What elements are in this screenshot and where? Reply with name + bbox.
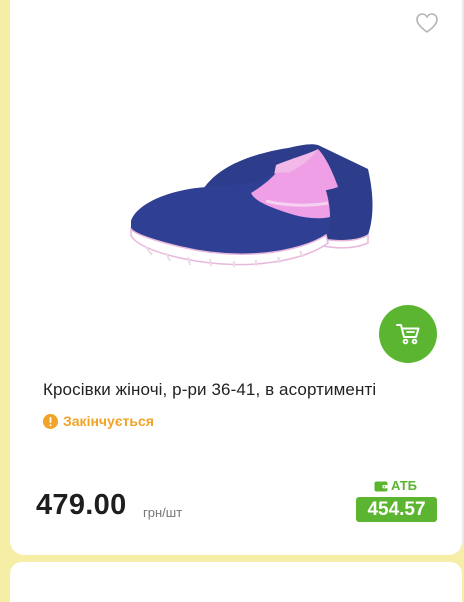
favorite-button[interactable]	[414, 11, 440, 35]
add-to-cart-button[interactable]	[379, 305, 437, 363]
price-unit: грн/шт	[143, 505, 183, 520]
next-product-card[interactable]	[10, 562, 462, 602]
regular-price: 479.00	[36, 489, 127, 521]
stock-status: Закінчується	[43, 413, 154, 429]
product-image[interactable]	[106, 135, 380, 285]
promo-label-text: АТБ	[391, 478, 418, 493]
sneakers-image	[130, 144, 373, 267]
promo-price: 454.57	[356, 497, 437, 522]
warning-icon	[43, 413, 58, 429]
product-card[interactable]: Кросівки жіночі, р-ри 36-41, в асортимен…	[10, 0, 463, 555]
product-title[interactable]: Кросівки жіночі, р-ри 36-41, в асортимен…	[43, 378, 443, 402]
wallet-icon	[374, 481, 388, 491]
cart-icon	[396, 324, 420, 345]
heart-icon	[416, 13, 438, 33]
promo-label: АТБ	[374, 478, 417, 493]
stock-status-text: Закінчується	[63, 413, 154, 429]
